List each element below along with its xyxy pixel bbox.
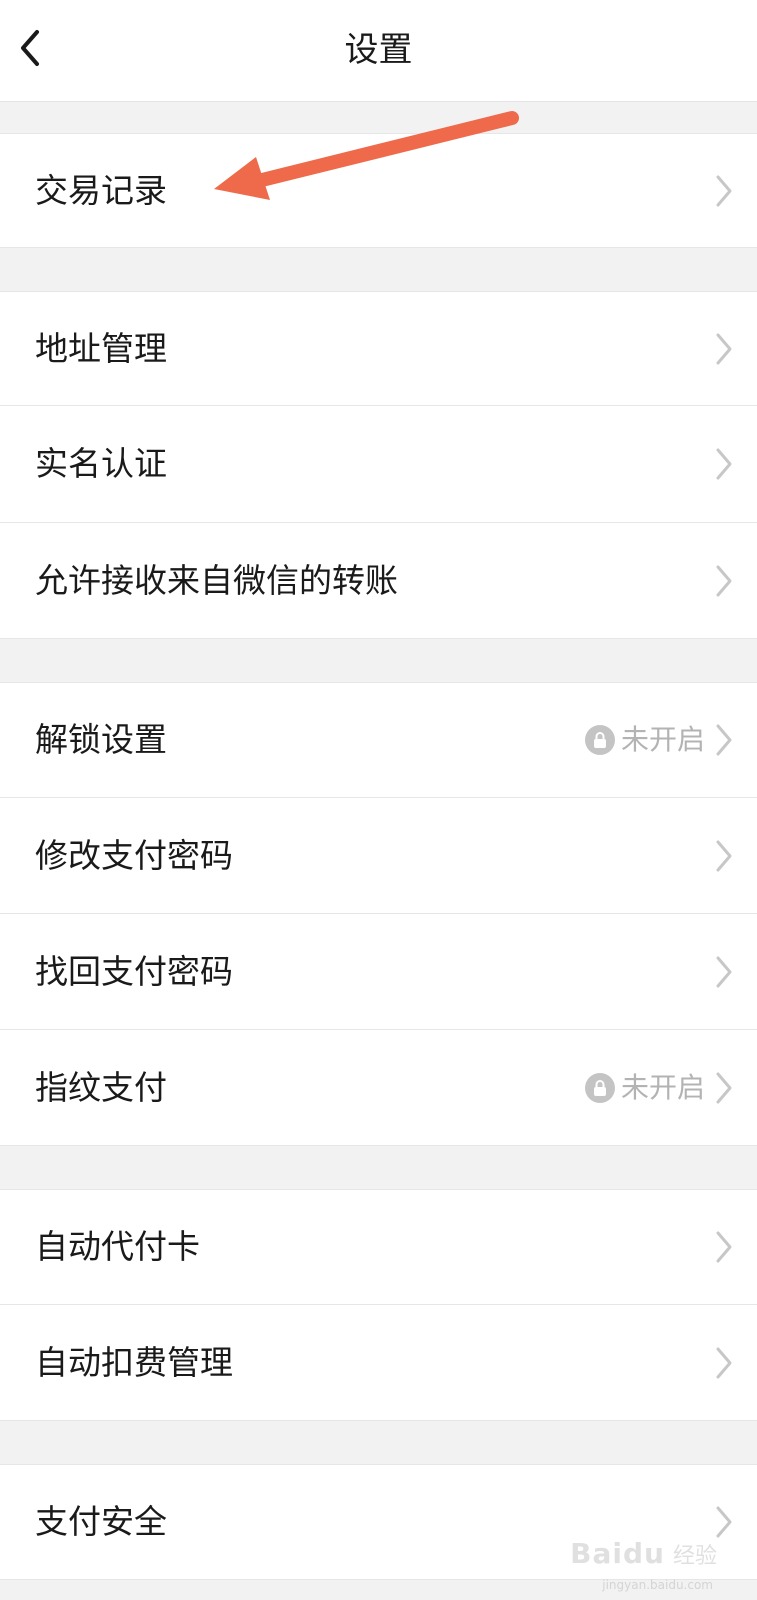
navigation-bar: 设置 [0, 0, 757, 102]
row-label: 找回支付密码 [35, 951, 233, 991]
chevron-right-icon [716, 333, 732, 364]
page-title: 设置 [344, 30, 413, 70]
chevron-right-icon [716, 175, 732, 206]
row-allow-wechat-transfers[interactable]: 允许接收来自微信的转账 [0, 523, 757, 639]
row-address-management[interactable]: 地址管理 [0, 291, 757, 406]
watermark-url: jingyan.baidu.com [602, 1578, 713, 1592]
row-fingerprint-payment[interactable]: 指纹支付 未开启 [0, 1030, 757, 1146]
status-text: 未开启 [620, 723, 705, 756]
chevron-right-icon [716, 1231, 732, 1263]
status-indicator: 未开启 [584, 723, 705, 757]
lock-icon [584, 725, 615, 755]
lock-icon [584, 1072, 615, 1103]
row-transaction-records[interactable]: 交易记录 [0, 133, 757, 248]
row-label: 交易记录 [35, 170, 167, 210]
row-label: 修改支付密码 [35, 835, 233, 875]
status-indicator: 未开启 [584, 1070, 705, 1105]
row-label: 实名认证 [35, 444, 167, 483]
chevron-right-icon [716, 448, 732, 480]
chevron-right-icon [716, 840, 732, 871]
row-label: 地址管理 [35, 328, 167, 368]
chevron-right-icon [716, 565, 732, 596]
chevron-right-icon [716, 724, 732, 756]
watermark-text: 经验 [672, 1544, 717, 1569]
row-change-payment-password[interactable]: 修改支付密码 [0, 798, 757, 914]
row-label: 支付安全 [35, 1502, 167, 1541]
row-label: 解锁设置 [35, 720, 167, 759]
chevron-right-icon [716, 1506, 732, 1538]
chevron-right-icon [716, 956, 732, 987]
row-real-name-verification[interactable]: 实名认证 [0, 406, 757, 523]
watermark-logo: Baidu [570, 1537, 665, 1570]
chevron-right-icon [716, 1072, 732, 1103]
row-label: 自动代付卡 [35, 1227, 200, 1266]
chevron-right-icon [716, 1347, 732, 1378]
watermark: Baidu 经验 [570, 1537, 717, 1570]
row-auto-proxy-payment-card[interactable]: 自动代付卡 [0, 1189, 757, 1305]
row-recover-payment-password[interactable]: 找回支付密码 [0, 914, 757, 1030]
row-auto-deduction-management[interactable]: 自动扣费管理 [0, 1305, 757, 1421]
row-unlock-settings[interactable]: 解锁设置 未开启 [0, 682, 757, 798]
row-label: 指纹支付 [35, 1067, 167, 1107]
status-text: 未开启 [620, 1070, 705, 1104]
row-label: 允许接收来自微信的转账 [35, 560, 398, 600]
row-label: 自动扣费管理 [35, 1342, 233, 1382]
